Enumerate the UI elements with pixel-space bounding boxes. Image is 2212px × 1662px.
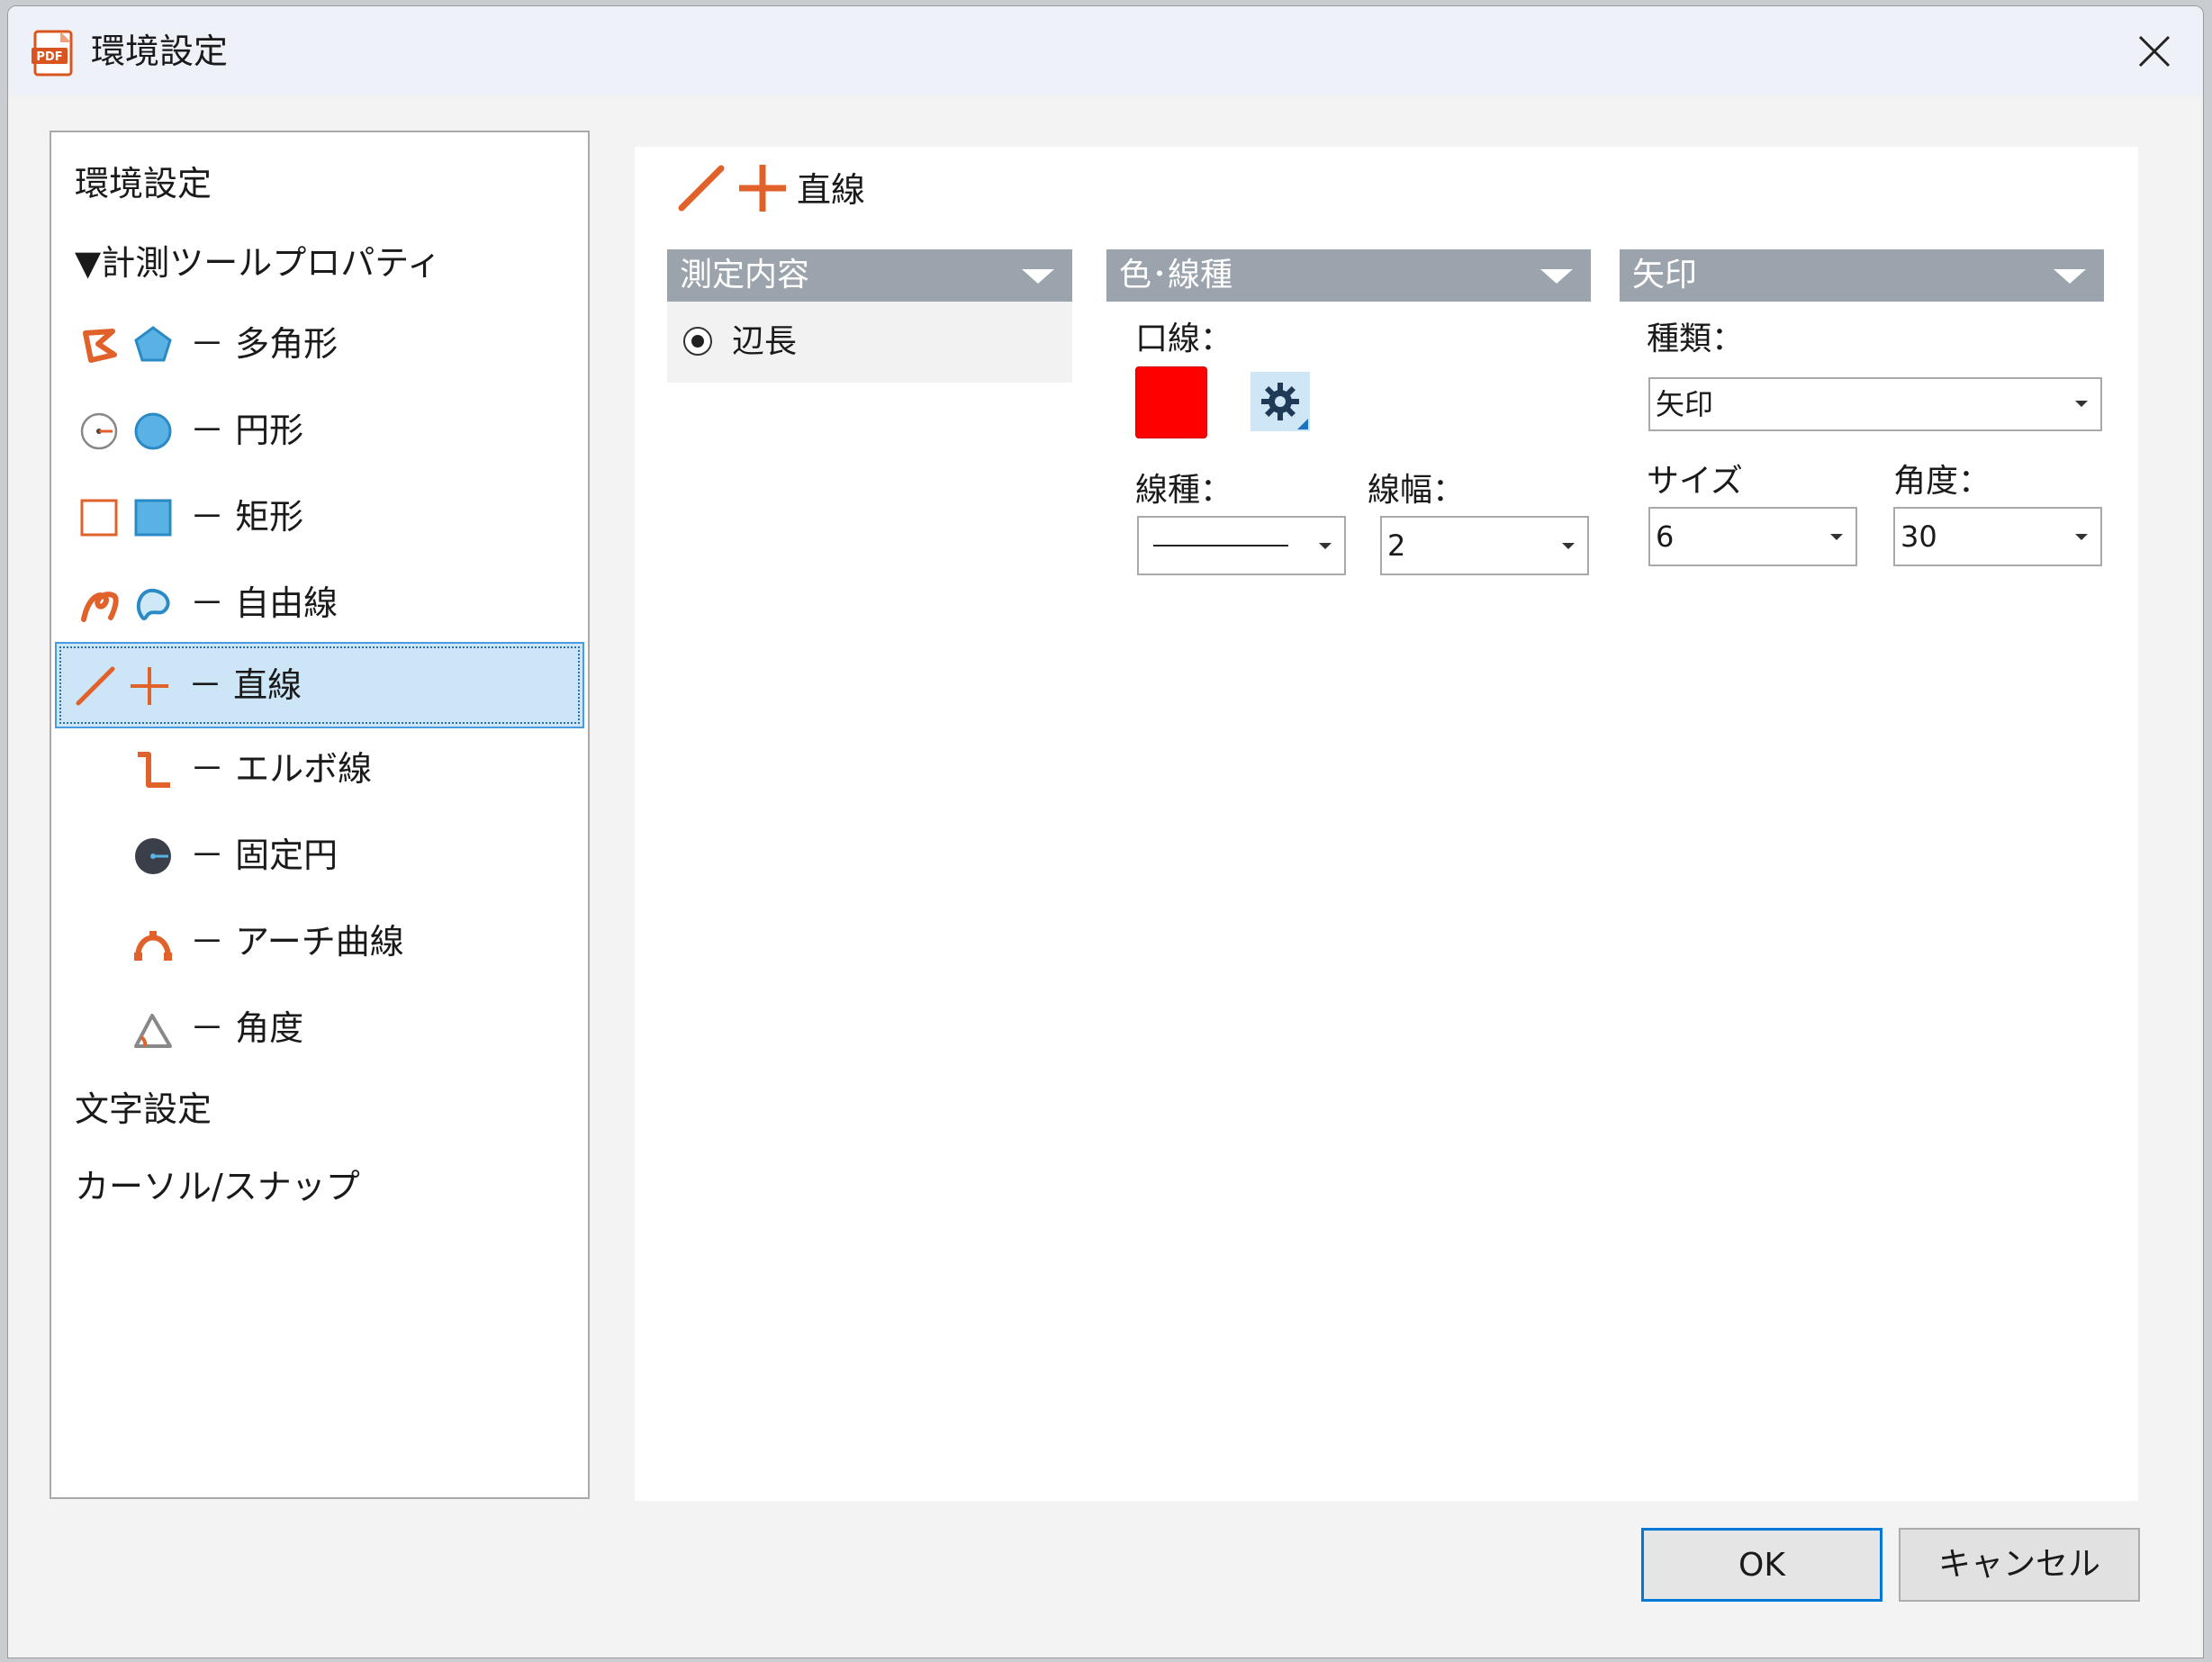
- tree-item-cursor-snap[interactable]: カーソル/スナップ: [55, 1146, 584, 1227]
- close-button[interactable]: [2118, 15, 2190, 87]
- tree-item-label: － アーチ曲線: [190, 922, 404, 962]
- tree-item-label: － 矩形: [190, 497, 304, 537]
- angle-icon: [134, 1014, 172, 1048]
- window-title: 環境設定: [91, 32, 229, 71]
- tree-item-elbow-line[interactable]: － エルボ線: [55, 728, 584, 809]
- dropdown-arrow-icon: [1562, 543, 1575, 549]
- edge-length-radio[interactable]: [683, 327, 712, 356]
- line-color-label: 口線：: [1135, 321, 1233, 357]
- tree-item-arch-curve[interactable]: － アーチ曲線: [55, 901, 584, 982]
- tree-item-straight-line[interactable]: － 直線: [55, 642, 584, 728]
- arrow-type-value: 矢印: [1656, 387, 1714, 421]
- tree-item-label: － 多角形: [190, 324, 339, 364]
- panel-title: 直線: [797, 170, 866, 210]
- tree-item-polygon[interactable]: － 多角形: [55, 303, 584, 384]
- section-header-arrow[interactable]: 矢印: [1620, 249, 2104, 302]
- line-width-value: 2: [1387, 528, 1406, 563]
- tree-item-circle[interactable]: － 円形: [55, 390, 584, 471]
- section-title: 矢印: [1632, 257, 1698, 294]
- rectangle-orange-icon: [80, 499, 118, 537]
- rectangle-blue-icon: [134, 499, 172, 537]
- dropdown-arrow-icon: [2075, 401, 2088, 407]
- section-header-color-linetype[interactable]: 色･線種: [1106, 249, 1591, 302]
- line-width-select[interactable]: 2: [1380, 516, 1589, 575]
- arrow-type-select[interactable]: 矢印: [1648, 377, 2102, 431]
- solid-line-sample: [1153, 545, 1288, 546]
- arrow-size-select[interactable]: 6: [1648, 507, 1857, 566]
- freeline-blue-icon: [136, 588, 170, 620]
- polygon-blue-icon: [134, 326, 172, 362]
- tree-item-measure-tool-properties[interactable]: ▼計測ツールプロパティ: [55, 222, 584, 303]
- tree-item-label: － 固定円: [190, 836, 339, 875]
- arrow-angle-label: 角度：: [1893, 463, 1991, 500]
- measurement-option-row[interactable]: 辺長: [667, 302, 1072, 383]
- circle-blue-icon: [134, 412, 172, 450]
- line-type-select[interactable]: [1137, 516, 1346, 575]
- dropdown-arrow-icon: [2075, 534, 2088, 540]
- gear-icon: [1261, 383, 1299, 420]
- tree-item-fixed-circle[interactable]: － 固定円: [55, 815, 584, 896]
- color-settings-button[interactable]: [1250, 372, 1310, 431]
- arrow-type-label: 種類：: [1647, 321, 1745, 357]
- section-header-measurement[interactable]: 測定内容: [667, 249, 1072, 302]
- tree-item-label: カーソル/スナップ: [75, 1167, 360, 1206]
- tree-item-label: － 直線: [188, 665, 302, 705]
- line-type-label: 線種：: [1135, 472, 1233, 509]
- dropdown-corner-icon: [1297, 419, 1308, 429]
- circle-measure-icon: [80, 412, 118, 450]
- freeline-orange-icon: [81, 592, 119, 622]
- tree-item-label: － 角度: [190, 1008, 304, 1048]
- section-title: 色･線種: [1119, 257, 1233, 294]
- pdf-app-icon: PDF: [32, 30, 73, 77]
- ok-button[interactable]: OK: [1641, 1528, 1882, 1602]
- elbow-line-icon: [138, 752, 170, 788]
- dropdown-arrow-icon: [1830, 534, 1843, 540]
- settings-tree[interactable]: 環境設定 ▼計測ツールプロパティ － 多角形 － 円形 － 矩形 － 自由線 －…: [50, 131, 590, 1499]
- tree-item-label: 環境設定: [75, 164, 212, 203]
- cross-orange-icon: [131, 667, 168, 705]
- tree-item-label: － エルボ線: [190, 749, 373, 789]
- title-bar: PDF 環境設定: [8, 6, 2203, 96]
- arrow-angle-select[interactable]: 30: [1893, 507, 2102, 566]
- preferences-dialog: PDF 環境設定 環境設定 ▼計測ツールプロパティ － 多角形 － 円形 － 矩…: [7, 5, 2204, 1658]
- tree-item-text-settings[interactable]: 文字設定: [55, 1069, 584, 1150]
- line-color-swatch[interactable]: [1135, 366, 1207, 438]
- line-width-label: 線幅：: [1368, 472, 1466, 509]
- cross-orange-icon: [739, 165, 786, 212]
- arrow-angle-value: 30: [1901, 519, 1937, 554]
- tree-item-label: － 円形: [190, 411, 304, 450]
- tree-item-preferences[interactable]: 環境設定: [55, 143, 584, 224]
- arrow-size-value: 6: [1656, 519, 1675, 554]
- arrow-size-label: サイズ: [1647, 463, 1743, 500]
- properties-panel: 直線 測定内容 辺長 色･線種 口線： 線種： 線幅： 2 矢印 種類： 矢印 …: [635, 147, 2138, 1501]
- chevron-down-icon: [1540, 269, 1573, 284]
- cancel-button[interactable]: キャンセル: [1899, 1528, 2140, 1602]
- polygon-orange-icon: [83, 329, 117, 363]
- tree-item-angle[interactable]: － 角度: [55, 988, 584, 1069]
- tree-item-rectangle[interactable]: － 矩形: [55, 476, 584, 557]
- line-orange-icon: [76, 666, 115, 706]
- tree-item-label: 文字設定: [75, 1089, 212, 1129]
- dropdown-arrow-icon: [1319, 543, 1332, 549]
- chevron-down-icon: [2054, 269, 2086, 284]
- svg-text:PDF: PDF: [36, 50, 62, 64]
- radio-label: 辺長: [732, 323, 798, 360]
- tree-item-label: － 自由線: [190, 583, 339, 623]
- close-icon: [2138, 35, 2171, 68]
- section-title: 測定内容: [680, 257, 810, 294]
- chevron-down-icon: [1022, 269, 1054, 284]
- tree-item-label: ▼計測ツールプロパティ: [75, 243, 441, 283]
- line-orange-icon: [678, 165, 725, 212]
- fixed-circle-icon: [135, 838, 171, 874]
- tree-item-freeline[interactable]: － 自由線: [55, 563, 584, 644]
- arch-curve-icon: [134, 931, 172, 961]
